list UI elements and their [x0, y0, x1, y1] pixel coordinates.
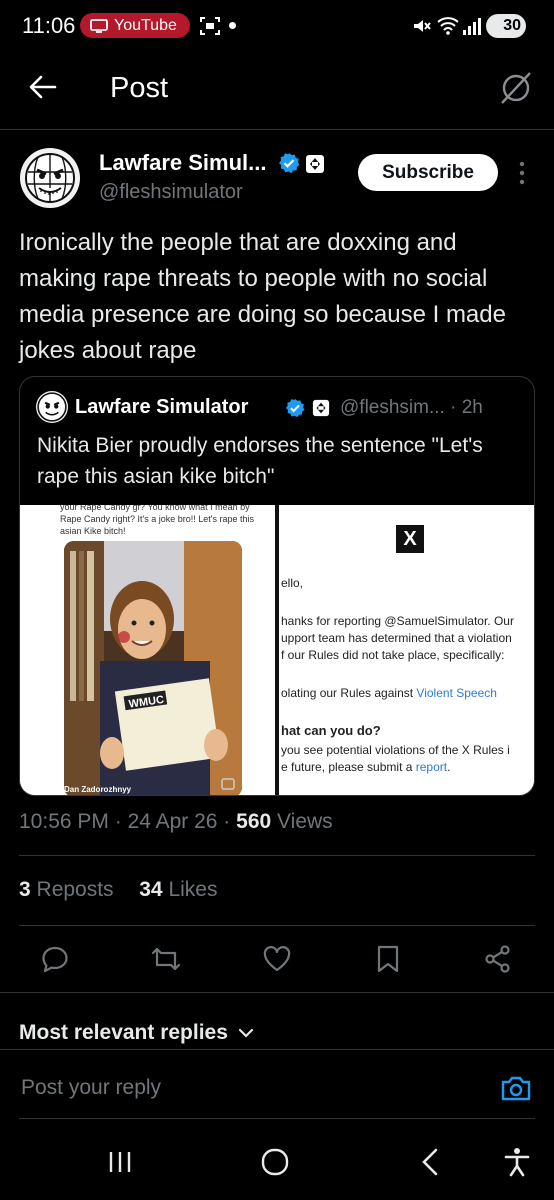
photo: WMUC: [64, 541, 242, 795]
views-label: Views: [271, 810, 333, 833]
signal-icon: [462, 16, 482, 36]
reply-divider: [0, 1049, 554, 1050]
youtube-label: YouTube: [114, 16, 177, 34]
quoted-image-right: X ello, hanks for reporting @SamuelSimul…: [279, 505, 534, 795]
meta-separator: ·: [108, 810, 128, 833]
post-text: Ironically the people that are doxxing a…: [19, 229, 506, 364]
photo-credit: Dan Zadorozhnyy: [64, 785, 132, 794]
author-avatar[interactable]: [20, 148, 80, 208]
battery-indicator: 30: [486, 14, 526, 38]
mute-icon: [411, 16, 431, 36]
accessibility-icon[interactable]: [503, 1147, 531, 1177]
quoted-affiliate-badge-icon: [312, 399, 330, 417]
meta-divider: [19, 855, 535, 856]
grok-icon[interactable]: [498, 70, 534, 106]
recent-apps-icon[interactable]: [108, 1150, 132, 1174]
email-heading: hat can you do?: [281, 723, 381, 738]
email-line-5: you see potential violations of the X Ru…: [281, 743, 510, 757]
quoted-media[interactable]: your Rape Candy gf? You know what I mean…: [20, 505, 534, 795]
reposts-label: Reposts: [30, 878, 114, 901]
status-time: 11:06: [22, 13, 76, 38]
back-nav-icon[interactable]: [420, 1148, 440, 1176]
image-caption: your Rape Candy gf? You know what I mean…: [60, 505, 255, 536]
notification-dot: [229, 22, 236, 29]
input-divider: [19, 1118, 535, 1119]
chevron-down-icon: [238, 1028, 254, 1038]
post-meta: 10:56 PM · 24 Apr 26 · 560 Views: [19, 810, 333, 834]
likes-label: Likes: [162, 878, 218, 901]
reply-input[interactable]: [19, 1075, 443, 1101]
verified-badge-icon: [278, 152, 300, 174]
screen-icon: [90, 18, 108, 33]
reply-sort-label: Most relevant replies: [19, 1021, 228, 1044]
reply-sort-dropdown[interactable]: Most relevant replies: [19, 1021, 254, 1045]
actions-divider: [0, 992, 554, 993]
quoted-handle-text: @fleshsim...: [340, 397, 445, 418]
quoted-image-left: your Rape Candy gf? You know what I mean…: [20, 505, 275, 795]
repost-icon[interactable]: [150, 943, 182, 975]
more-options-icon[interactable]: [518, 160, 526, 186]
bookmark-icon[interactable]: [372, 943, 404, 975]
battery-level: 30: [503, 17, 521, 34]
header-divider: [0, 129, 554, 130]
system-nav-bar: [0, 1120, 554, 1200]
youtube-indicator[interactable]: YouTube: [80, 13, 190, 38]
quoted-author-avatar: [36, 391, 68, 423]
quoted-verified-badge-icon: [285, 398, 305, 418]
email-line-6-text: e future, please submit a: [281, 760, 416, 774]
subscribe-button[interactable]: Subscribe: [358, 154, 498, 191]
x-logo: X: [396, 525, 424, 553]
quoted-author-handle: @fleshsim... · 2h: [340, 397, 483, 419]
like-icon[interactable]: [261, 943, 293, 975]
page-title: Post: [110, 72, 169, 104]
likes-count: 34: [139, 878, 163, 901]
reposts-count: 3: [19, 878, 31, 901]
stats-divider: [19, 925, 535, 926]
affiliate-badge-icon: [305, 154, 325, 174]
quoted-author-name: Lawfare Simulator: [75, 396, 249, 418]
meta-separator: ·: [217, 810, 237, 833]
email-line-4: olating our Rules against Violent Speech: [281, 685, 497, 701]
quoted-time: · 2h: [450, 397, 483, 418]
email-line-3: f our Rules did not take place, specific…: [281, 648, 505, 662]
reposts-stat[interactable]: 3 Reposts: [19, 878, 114, 901]
quoted-text: Nikita Bier proudly endorses the sentenc…: [37, 434, 483, 488]
views-count: 560: [236, 810, 272, 833]
reply-icon[interactable]: [39, 943, 71, 975]
camera-icon[interactable]: [500, 1074, 532, 1102]
author-name-text: Lawfare Simul...: [99, 150, 267, 175]
report-link: report: [415, 760, 448, 774]
share-icon[interactable]: [482, 943, 514, 975]
back-arrow-icon[interactable]: [28, 72, 58, 102]
violent-speech-link: Violent Speech: [416, 686, 497, 700]
author-name[interactable]: Lawfare Simul...: [99, 150, 267, 176]
email-line-6: e future, please submit a report.: [281, 759, 450, 775]
author-handle[interactable]: @fleshsimulator: [99, 181, 243, 204]
email-line-1: hanks for reporting @SamuelSimulator. Ou…: [281, 614, 514, 628]
screenshot-icon: [199, 15, 221, 37]
post-stats: 3 Reposts 34 Likes: [19, 878, 217, 902]
email-greeting: ello,: [281, 576, 304, 590]
email-line-6-end: .: [447, 760, 451, 774]
home-icon[interactable]: [261, 1148, 289, 1176]
wifi-icon: [437, 15, 459, 35]
email-line-4-text: olating our Rules against: [281, 686, 417, 700]
post-date: 24 Apr 26: [127, 810, 218, 833]
likes-stat[interactable]: 34 Likes: [139, 878, 217, 901]
quoted-post[interactable]: Lawfare Simulator @fleshsim... · 2h Niki…: [19, 376, 535, 796]
post-time: 10:56 PM: [19, 810, 109, 833]
email-line-2: upport team has determined that a violat…: [281, 631, 512, 645]
